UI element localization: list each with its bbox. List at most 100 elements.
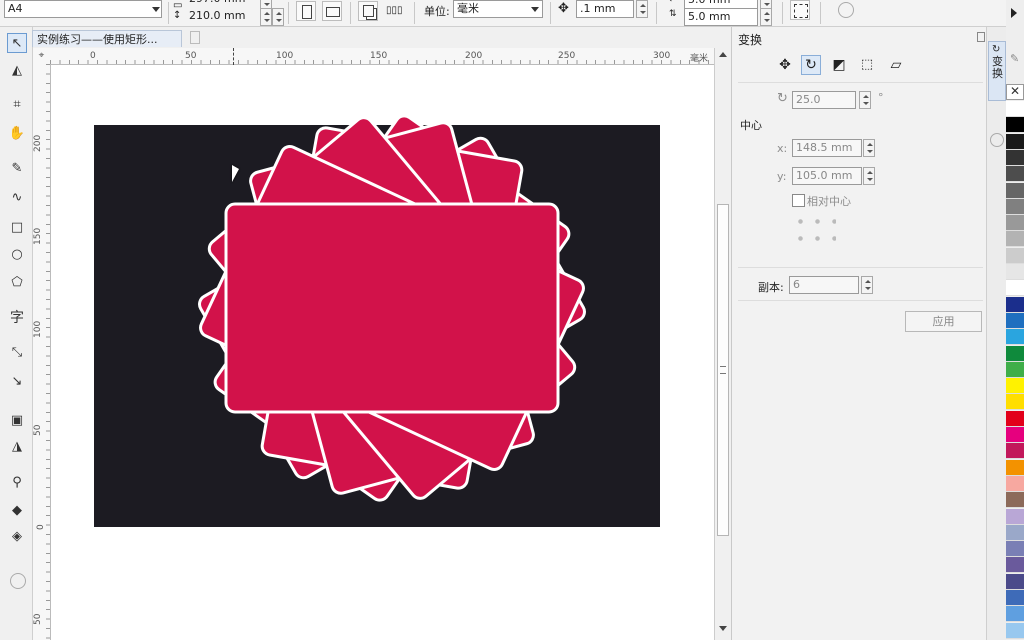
nudge-distance-field[interactable]: .1 mm: [576, 0, 634, 18]
color-swatch[interactable]: [1006, 247, 1024, 264]
transparency-tool-icon[interactable]: ◮: [7, 437, 27, 457]
original-card[interactable]: [224, 202, 560, 414]
anchor-grid[interactable]: [792, 213, 836, 253]
dimension-tool-icon[interactable]: ⤡: [7, 343, 27, 363]
relative-center-checkbox[interactable]: [792, 194, 805, 207]
palette-scroll-up-icon[interactable]: [1011, 8, 1017, 18]
shadow-tool-icon[interactable]: ▣: [7, 411, 27, 431]
pick-tool-icon[interactable]: ↖: [7, 33, 27, 53]
color-swatch[interactable]: [1006, 329, 1024, 346]
add-tool-icon[interactable]: [10, 573, 26, 589]
shape-tool-icon[interactable]: ◭: [7, 61, 27, 81]
pan-tool-icon[interactable]: ✋: [7, 124, 27, 144]
color-swatch[interactable]: [1006, 296, 1024, 313]
ellipse-tool-icon[interactable]: ○: [7, 245, 27, 265]
rotate-tab-icon[interactable]: ↻: [801, 55, 821, 75]
duplicate-y-field[interactable]: 5.0 mm: [684, 8, 758, 26]
page-height-field[interactable]: 210.0 mm: [186, 8, 258, 26]
color-swatch[interactable]: [1006, 622, 1024, 639]
color-swatch[interactable]: [1006, 541, 1024, 558]
x-spinner[interactable]: [863, 139, 875, 157]
color-swatch[interactable]: [1006, 231, 1024, 248]
color-swatch[interactable]: [1006, 590, 1024, 606]
color-swatch[interactable]: [1006, 117, 1024, 134]
position-tab-icon[interactable]: ✥: [775, 55, 795, 75]
color-swatch[interactable]: [1006, 606, 1024, 623]
grip-icon: [720, 366, 726, 374]
rectangle-tool-icon[interactable]: □: [7, 218, 27, 238]
height-spinner[interactable]: [260, 8, 272, 26]
skew-tab-icon[interactable]: ▱: [886, 55, 906, 75]
color-swatch[interactable]: [1006, 149, 1024, 166]
color-swatch[interactable]: [1006, 215, 1024, 232]
color-swatch[interactable]: [1006, 198, 1024, 215]
color-swatch[interactable]: [1006, 394, 1024, 411]
artistic-media-icon[interactable]: ∿: [7, 188, 27, 208]
size-tab-icon[interactable]: ⬚: [857, 55, 877, 75]
current-page-button[interactable]: ▯▯▯: [386, 1, 406, 21]
color-swatch[interactable]: [1006, 508, 1024, 525]
connector-tool-icon[interactable]: ↘: [7, 372, 27, 392]
no-color-swatch[interactable]: ✕: [1006, 84, 1024, 100]
text-tool-icon[interactable]: 字: [7, 308, 27, 328]
crop-tool-icon[interactable]: ⌗: [7, 95, 27, 115]
horizontal-ruler[interactable]: 0 50 100 150 200 250 300 毫米: [50, 48, 715, 65]
color-swatch[interactable]: [1006, 410, 1024, 427]
units-select[interactable]: 毫米: [453, 0, 543, 18]
dup-y-spinner[interactable]: [760, 8, 772, 26]
color-swatch[interactable]: [1006, 345, 1024, 362]
color-swatch[interactable]: [1006, 378, 1024, 395]
color-swatch[interactable]: [1006, 557, 1024, 574]
document-tab[interactable]: 实例练习——使用矩形...: [32, 30, 182, 47]
transform-docker-tab[interactable]: ↻ 变换: [988, 41, 1006, 101]
add-docker-icon[interactable]: [990, 133, 1004, 147]
portrait-button[interactable]: [296, 1, 316, 21]
color-swatch[interactable]: [1006, 101, 1024, 117]
apply-button[interactable]: 应用: [905, 311, 982, 332]
all-pages-button[interactable]: [358, 1, 378, 21]
color-swatch[interactable]: [1006, 182, 1024, 199]
center-y-field[interactable]: 105.0 mm: [792, 167, 862, 185]
portrait-icon: [302, 5, 312, 19]
color-swatch[interactable]: [1006, 166, 1024, 183]
color-swatch[interactable]: [1006, 524, 1024, 541]
ruler-corner[interactable]: ⌖: [33, 48, 51, 65]
eyedropper-tool-icon[interactable]: ⚲: [7, 473, 27, 493]
options-icon[interactable]: [838, 2, 854, 18]
color-swatch[interactable]: [1006, 133, 1024, 150]
color-swatch[interactable]: [1006, 475, 1024, 492]
color-swatch[interactable]: [1006, 492, 1024, 509]
color-swatch[interactable]: [1006, 312, 1024, 329]
scroll-up-icon[interactable]: [719, 52, 727, 57]
new-tab-icon[interactable]: [190, 31, 200, 44]
color-swatch[interactable]: [1006, 459, 1024, 476]
center-x-field[interactable]: 148.5 mm: [792, 139, 862, 157]
color-swatch[interactable]: [1006, 443, 1024, 460]
color-swatch[interactable]: [1006, 280, 1024, 297]
nudge-spinner[interactable]: [636, 0, 648, 18]
lock-spinner[interactable]: [272, 8, 284, 26]
eyedropper-icon[interactable]: ✎: [1010, 52, 1019, 65]
scale-tab-icon[interactable]: ◩: [829, 55, 849, 75]
color-swatch[interactable]: [1006, 427, 1024, 443]
y-spinner[interactable]: [863, 167, 875, 185]
copies-spinner[interactable]: [861, 276, 873, 294]
color-swatch[interactable]: [1006, 361, 1024, 378]
fill-tool-icon[interactable]: ◆: [7, 501, 27, 521]
angle-spinner[interactable]: [859, 91, 871, 109]
color-swatch[interactable]: [1006, 264, 1024, 280]
freehand-tool-icon[interactable]: ✎: [7, 159, 27, 179]
page-size-select[interactable]: A4: [4, 0, 162, 18]
color-swatch[interactable]: [1006, 573, 1024, 590]
treat-as-filled-button[interactable]: [790, 0, 810, 20]
rotation-angle-field[interactable]: 25.0: [792, 91, 856, 109]
restore-icon[interactable]: [977, 32, 985, 42]
drawing-canvas[interactable]: [51, 48, 714, 640]
smart-fill-icon[interactable]: ◈: [7, 527, 27, 547]
polygon-tool-icon[interactable]: ⬠: [7, 273, 27, 293]
vertical-scrollbar[interactable]: [714, 48, 731, 640]
copies-field[interactable]: 6: [789, 276, 859, 294]
landscape-button[interactable]: [322, 1, 342, 21]
vertical-ruler[interactable]: 200 150 100 50 0 50: [33, 64, 51, 640]
scroll-down-icon[interactable]: [719, 626, 727, 631]
